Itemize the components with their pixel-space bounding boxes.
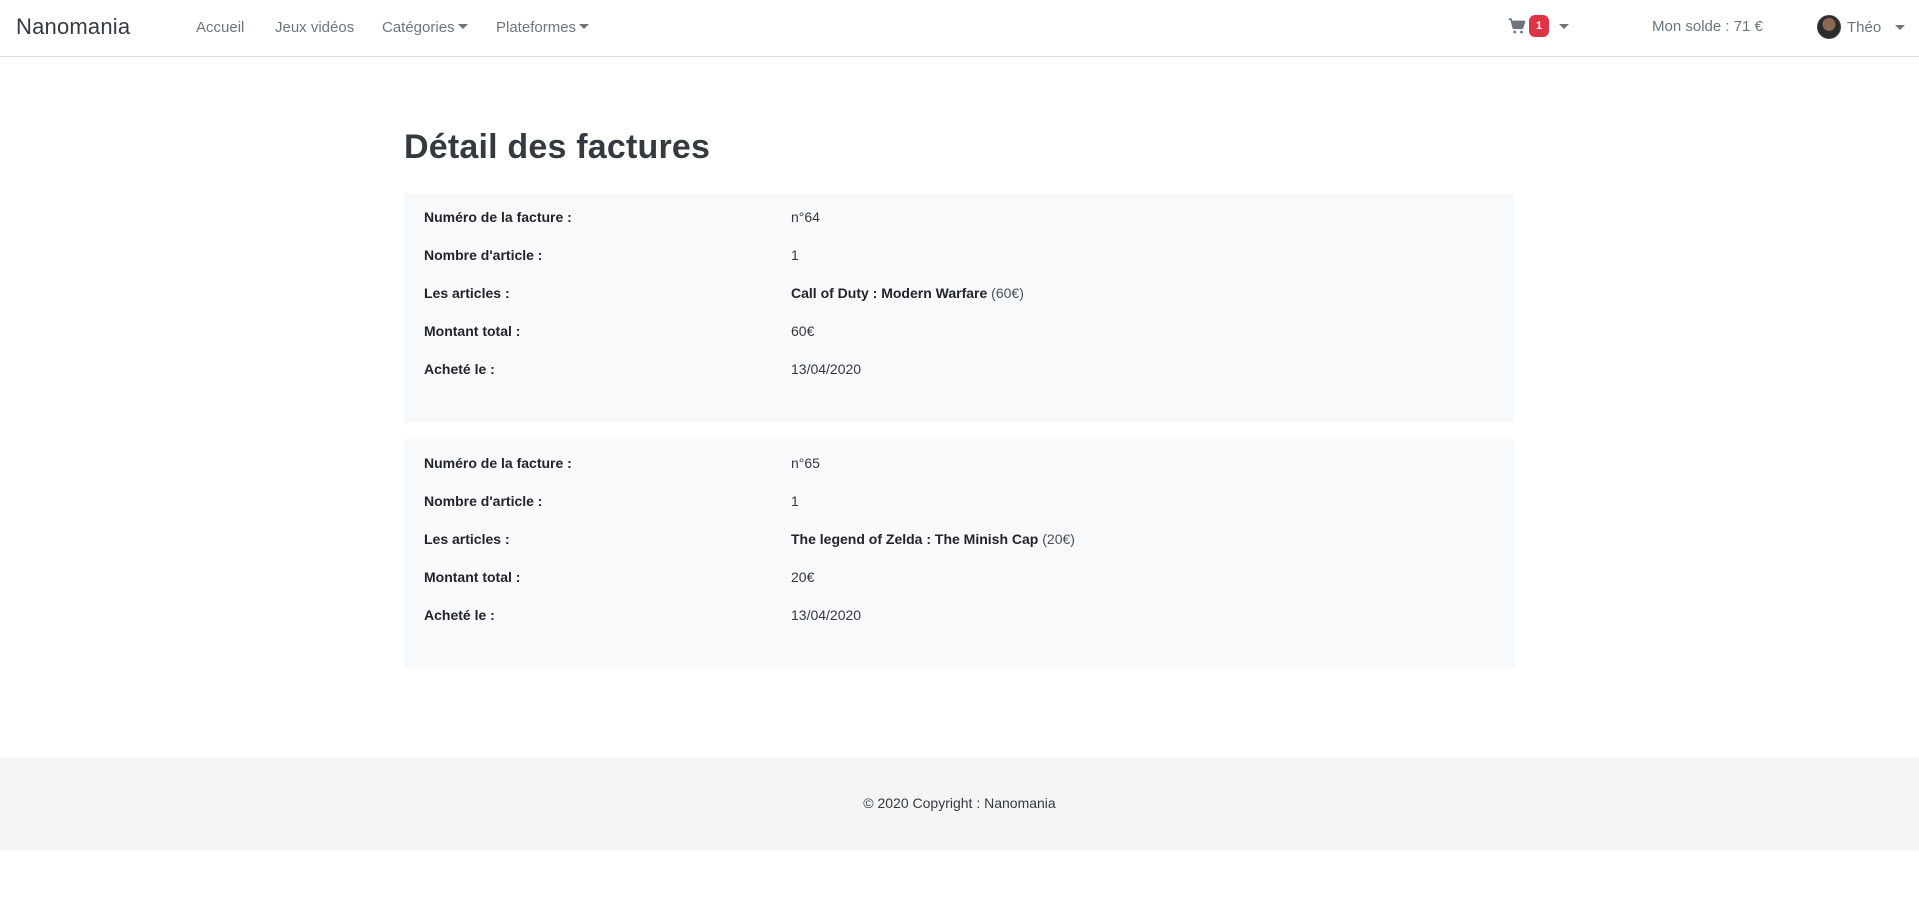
invoice-number-label: Numéro de la facture : xyxy=(424,209,572,225)
article-price: (20€) xyxy=(1042,531,1075,547)
invoice-number-value: n°64 xyxy=(791,209,820,225)
purchase-date-value: 13/04/2020 xyxy=(791,607,862,623)
shopping-cart-icon xyxy=(1508,18,1526,34)
item-count-value: 1 xyxy=(791,493,799,509)
footer-copyright: © 2020 Copyright : Nanomania xyxy=(863,795,1056,811)
page-title: Détail des factures xyxy=(404,128,711,166)
article-name: Call of Duty : Modern Warfare xyxy=(791,285,988,301)
total-value: 60€ xyxy=(791,323,815,339)
nav-dropdown-categories[interactable]: Catégories xyxy=(382,19,468,36)
caret-down-icon xyxy=(1559,23,1569,29)
articles-value: Call of Duty : Modern Warfare (60€) xyxy=(791,285,1024,301)
article-name: The legend of Zelda : The Minish Cap xyxy=(791,531,1039,547)
user-name: Théo xyxy=(1847,18,1882,36)
caret-down-icon xyxy=(457,24,468,30)
invoice-number-value: n°65 xyxy=(791,455,820,471)
cart-count-badge: 1 xyxy=(1529,15,1549,37)
invoice-number-label: Numéro de la facture : xyxy=(424,455,572,471)
articles-label: Les articles : xyxy=(424,531,510,547)
user-avatar xyxy=(1817,15,1841,39)
total-label: Montant total : xyxy=(424,323,521,339)
item-count-label: Nombre d'article : xyxy=(424,247,543,263)
caret-down-icon xyxy=(1895,24,1906,30)
item-count-value: 1 xyxy=(791,247,799,263)
purchase-date-label: Acheté le : xyxy=(424,361,495,377)
user-menu-dropdown[interactable]: Théo xyxy=(1817,15,1906,39)
caret-down-icon xyxy=(579,24,590,30)
articles-value: The legend of Zelda : The Minish Cap (20… xyxy=(791,531,1075,547)
top-navbar: Nanomania Accueil Jeux vidéos Catégories… xyxy=(0,0,1919,57)
page-footer: © 2020 Copyright : Nanomania xyxy=(0,757,1919,851)
item-count-label: Nombre d'article : xyxy=(424,493,543,509)
invoice-card: Numéro de la facture : n°64 Nombre d'art… xyxy=(404,193,1515,423)
article-price: (60€) xyxy=(991,285,1024,301)
nav-dropdown-platforms-label: Plateformes xyxy=(496,19,577,36)
purchase-date-value: 13/04/2020 xyxy=(791,361,862,377)
nav-link-games[interactable]: Jeux vidéos xyxy=(275,19,354,36)
articles-label: Les articles : xyxy=(424,285,510,301)
total-value: 20€ xyxy=(791,569,815,585)
nav-dropdown-categories-label: Catégories xyxy=(382,19,455,36)
total-label: Montant total : xyxy=(424,569,521,585)
brand-logo-link[interactable]: Nanomania xyxy=(16,14,130,40)
nav-dropdown-platforms[interactable]: Plateformes xyxy=(496,19,590,36)
nav-link-home[interactable]: Accueil xyxy=(196,19,244,36)
purchase-date-label: Acheté le : xyxy=(424,607,495,623)
invoice-card: Numéro de la facture : n°65 Nombre d'art… xyxy=(404,439,1515,669)
account-balance: Mon solde : 71 € xyxy=(1652,18,1763,35)
cart-dropdown[interactable]: 1 xyxy=(1508,15,1569,37)
